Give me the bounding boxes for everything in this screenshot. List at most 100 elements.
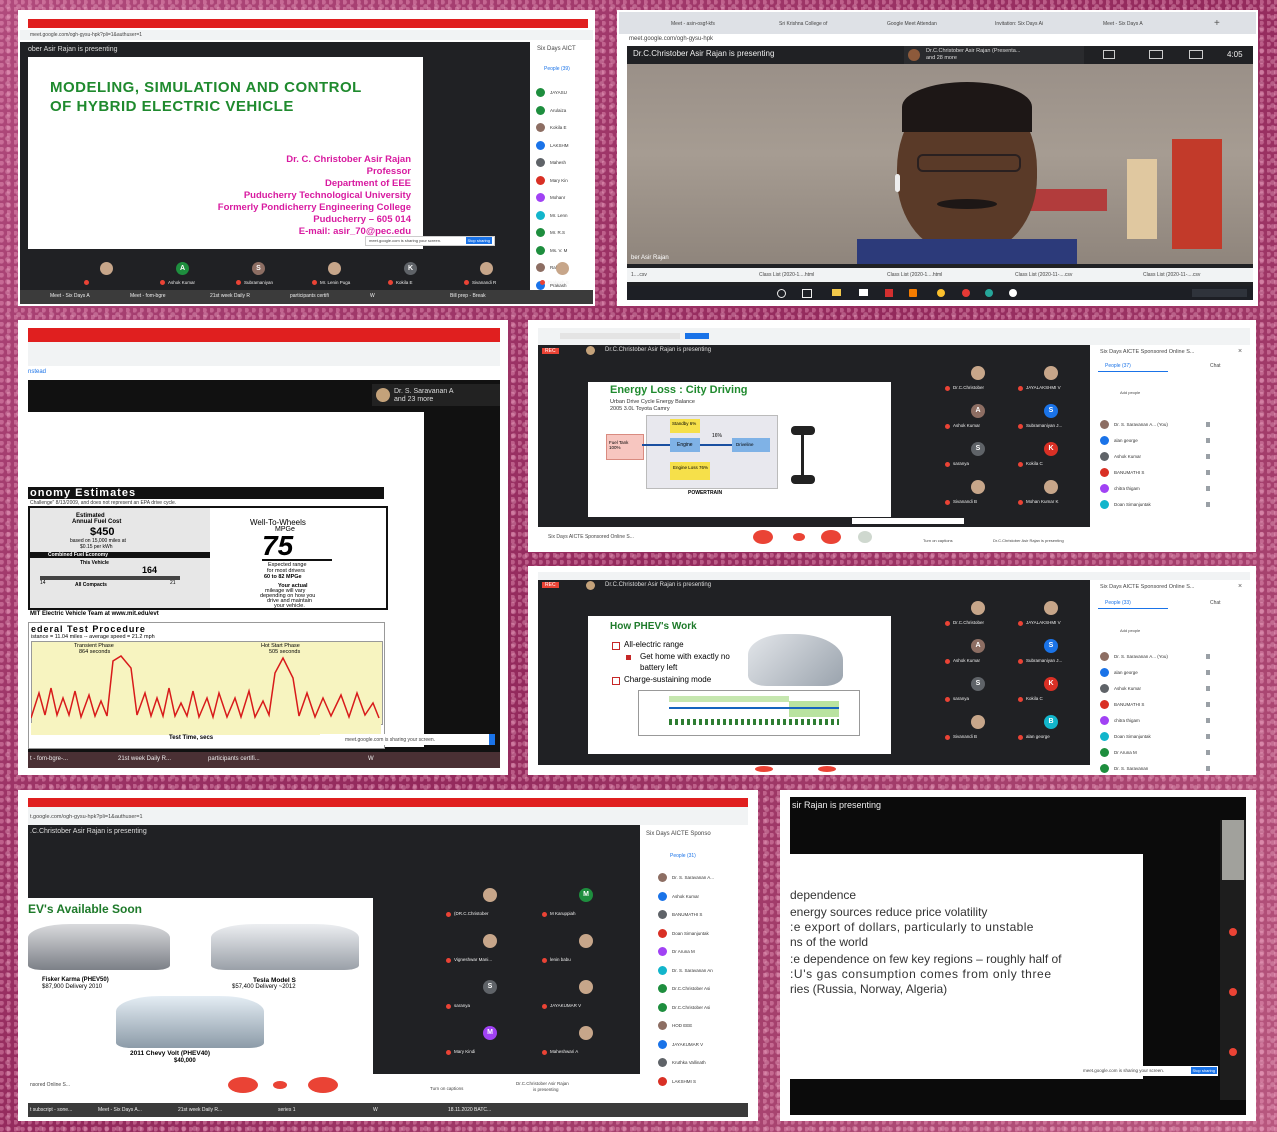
maps-icon[interactable] <box>1009 289 1017 297</box>
presenting-bottom-2[interactable]: is presenting <box>533 1087 559 1092</box>
download-item[interactable]: Class List (2020-11-....csv <box>1015 272 1072 278</box>
people-tab[interactable]: People (37) <box>1105 363 1131 369</box>
chrome-icon-2[interactable] <box>962 289 970 297</box>
slide-title-line2: OF HYBRID ELECTRIC VEHICLE <box>50 98 294 115</box>
presenting-bottom-1[interactable]: Dr.C.Christober Asir Rajan <box>516 1081 569 1086</box>
people-icon[interactable] <box>1149 50 1163 59</box>
author-univ: Puducherry Technological University <box>243 190 411 201</box>
camera-off-button[interactable] <box>821 530 841 544</box>
check-button[interactable] <box>858 531 872 543</box>
taskbar-item[interactable]: Meet - fom-bgre <box>130 293 166 299</box>
standby-label: Standby 6% <box>672 421 697 426</box>
taskbar-item[interactable]: Bill prep - Break <box>450 293 486 299</box>
presenting-bottom[interactable]: Dr.C.Christober Asir Rajan is presenting <box>993 538 1064 543</box>
mic-muted-icon <box>542 912 547 917</box>
browser-tab[interactable]: Invitation: Six Days Ai <box>995 21 1043 27</box>
taskbar-item[interactable]: participants certifi <box>290 293 329 299</box>
close-icon[interactable]: × <box>1238 348 1242 355</box>
participant-avatar <box>658 965 667 975</box>
file-explorer-icon[interactable] <box>832 289 841 296</box>
participant-tile-name: Kokila C <box>1026 696 1043 701</box>
calendar-icon[interactable] <box>859 289 868 296</box>
mic-off-button[interactable] <box>755 766 773 772</box>
taskbar-item[interactable]: W <box>368 756 374 762</box>
participant-tile-avatar <box>971 480 985 494</box>
people-tab[interactable]: People (39) <box>544 66 570 72</box>
info-icon[interactable] <box>1103 50 1115 59</box>
sharing-text: meet.google.com is sharing your screen. <box>345 737 436 743</box>
bullet1: All-electric range <box>624 640 684 649</box>
mic-muted-icon <box>446 958 451 963</box>
add-people-button[interactable]: Add people <box>1120 390 1140 395</box>
taskbar-item[interactable]: series 1 <box>278 1107 296 1113</box>
close-icon[interactable]: × <box>1238 583 1242 590</box>
instead-link[interactable]: nstead <box>28 369 46 375</box>
download-item[interactable]: 1....csv <box>631 272 647 278</box>
hang-up-button[interactable] <box>793 533 805 541</box>
taskbar-item[interactable]: Meet - Six Days A... <box>98 1107 142 1113</box>
label-right-panel: Well-To-Wheels MPGe 75 Expected range fo… <box>210 508 382 609</box>
captions-label[interactable]: Turn on captions <box>923 538 953 543</box>
share-button[interactable] <box>685 333 709 339</box>
download-item[interactable]: Class List (2020-11-....csv <box>1143 272 1200 278</box>
mic-muted-icon <box>84 280 89 285</box>
chrome-icon[interactable] <box>937 289 945 297</box>
taskbar-item[interactable]: t - fom-bgre-... <box>30 756 68 762</box>
download-item[interactable]: Class List (2020-1....html <box>887 272 942 278</box>
camera-off-button[interactable] <box>818 766 836 772</box>
address-bar[interactable]: t.google.com/ogh-gysu-hpk?pli=1&authuser… <box>30 814 143 820</box>
taskbar-item[interactable]: t subscript - sone... <box>30 1107 72 1113</box>
participant-tile-avatar <box>579 980 593 994</box>
sub1a: Get home with exactly no <box>640 652 730 661</box>
camera-off-button[interactable] <box>308 1077 338 1093</box>
vlc-icon[interactable] <box>909 289 917 297</box>
people-tab[interactable]: People (33) <box>1105 600 1131 606</box>
stop-sharing-button[interactable]: Stop sharing <box>465 237 492 244</box>
add-people-button[interactable]: Add people <box>1120 628 1140 633</box>
taskbar-item[interactable]: 21st week Daily R... <box>118 756 171 762</box>
taskbar-item[interactable]: Meet - Six Days A <box>50 293 90 299</box>
stop-sharing-button[interactable]: Stop sharing <box>1190 1067 1217 1074</box>
participant-tile-avatar: S <box>971 677 985 691</box>
taskbar-item[interactable]: participants certifi... <box>208 756 260 762</box>
captions-label[interactable]: Turn on captions <box>430 1086 463 1091</box>
participant-avatar <box>1100 716 1109 725</box>
taskbar-item[interactable]: W <box>370 293 375 299</box>
browser-tab[interactable]: Sri Krishna College of <box>779 21 827 27</box>
hang-up-button[interactable] <box>273 1081 287 1089</box>
people-tab[interactable]: People (31) <box>670 853 696 859</box>
est-fuel-note2: $0.15 per kWh <box>80 544 113 550</box>
browser-tab[interactable]: Meet - asin-osgf-kfs <box>671 21 715 27</box>
speaker-video <box>627 64 1253 264</box>
search-icon[interactable] <box>777 289 786 298</box>
participant-avatar <box>658 928 667 938</box>
taskbar-item[interactable]: 21st week Daily R <box>210 293 250 299</box>
taskbar-item[interactable]: 21st week Daily R... <box>178 1107 222 1113</box>
new-tab-button[interactable]: + <box>1214 18 1220 29</box>
browser-tab-strip <box>28 798 748 807</box>
mic-off-button[interactable] <box>753 530 773 544</box>
taskbar-item[interactable]: 18.11.2020 BATC... <box>448 1107 491 1113</box>
mic-off-button[interactable] <box>228 1077 258 1093</box>
mit-credit: MIT Electric Vehicle Team at www.mit.edu… <box>30 611 159 617</box>
address-bar[interactable] <box>560 333 680 339</box>
stop-sharing-button[interactable] <box>489 734 495 745</box>
taskbar-item[interactable]: W <box>373 1107 378 1113</box>
chat-tab[interactable]: Chat <box>1210 600 1221 606</box>
bullet2: Charge-sustaining mode <box>624 675 712 684</box>
chat-tab[interactable]: Chat <box>1210 363 1221 369</box>
browser-tab-strip <box>28 19 588 28</box>
edge-icon[interactable] <box>985 289 993 297</box>
participant-avatar <box>536 263 545 272</box>
participant-tile-name: M Karuppiah <box>550 911 576 916</box>
browser-tab[interactable]: Meet - Six Days A <box>1103 21 1143 27</box>
address-bar[interactable]: meet.google.com/ogh-gysu-hpk?pli=1&authu… <box>30 32 142 38</box>
participant-avatar <box>1100 420 1109 429</box>
browser-tab[interactable]: Google Meet Attendan <box>887 21 937 27</box>
download-item[interactable]: Class List (2020-1....html <box>759 272 814 278</box>
fuel-tank-label: Fuel Tank 100% <box>609 440 629 450</box>
acrobat-icon[interactable] <box>885 289 893 297</box>
address-bar[interactable]: meet.google.com/ogh-gysu-hpk <box>629 36 713 42</box>
chat-icon[interactable] <box>1189 50 1203 59</box>
task-view-icon[interactable] <box>802 289 812 298</box>
